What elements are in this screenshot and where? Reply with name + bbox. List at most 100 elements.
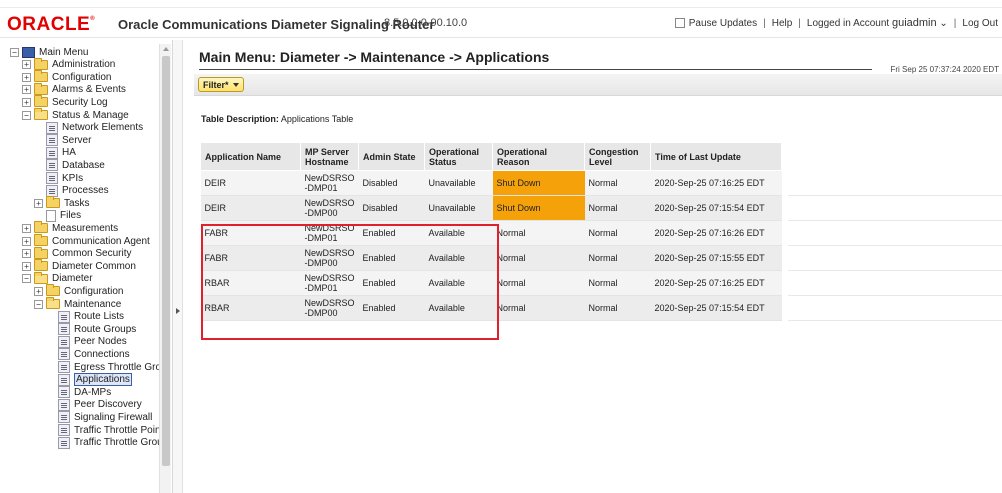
tree-item-label[interactable]: Main Menu bbox=[39, 47, 88, 58]
tree-item-label[interactable]: Maintenance bbox=[64, 299, 121, 310]
collapse-arrow-icon[interactable] bbox=[176, 308, 180, 314]
col-congestion-level[interactable]: Congestion Level bbox=[584, 142, 652, 171]
file-icon bbox=[46, 209, 56, 222]
expand-icon[interactable]: + bbox=[22, 261, 31, 271]
cell-application-name: RBAR bbox=[200, 295, 301, 321]
tree-item-label[interactable]: Common Security bbox=[52, 248, 131, 259]
table-header-row: Application Name MP Server Hostname Admi… bbox=[200, 142, 783, 171]
tree-item-label[interactable]: Signaling Firewall bbox=[74, 412, 152, 423]
table-row[interactable]: FABR NewDSRSO -DMP00 Enabled Available Norma… bbox=[200, 245, 782, 271]
tree-item-label[interactable]: Status & Manage bbox=[52, 110, 129, 121]
tree-item-label[interactable]: Route Lists bbox=[74, 311, 124, 322]
tree-item-label[interactable]: Tasks bbox=[64, 198, 90, 209]
pane-splitter[interactable] bbox=[173, 40, 183, 493]
table-row[interactable]: DEIR NewDSRSO -DMP01 Disabled Unavailable Sh… bbox=[200, 170, 782, 196]
collapse-icon[interactable]: − bbox=[34, 299, 43, 309]
tree-item-label[interactable]: Traffic Throttle Grou bbox=[74, 437, 163, 448]
col-application-name[interactable]: Application Name bbox=[200, 142, 301, 171]
expand-icon[interactable]: + bbox=[22, 85, 31, 95]
table-row[interactable]: RBAR NewDSRSO -DMP01 Enabled Available Norma… bbox=[200, 270, 782, 296]
col-time-of-last-update[interactable]: Time of Last Update bbox=[650, 142, 783, 171]
table-row-stripe bbox=[788, 221, 1002, 246]
filter-button[interactable]: Filter* bbox=[198, 77, 244, 92]
tree-item-label[interactable]: Files bbox=[60, 210, 81, 221]
sidebar-scrollbar[interactable] bbox=[159, 44, 171, 493]
col-mp-server-hostname[interactable]: MP Server Hostname bbox=[299, 142, 360, 171]
collapse-icon[interactable]: − bbox=[22, 110, 31, 120]
tree-item-label[interactable]: Diameter Common bbox=[52, 261, 136, 272]
collapse-icon[interactable]: − bbox=[10, 47, 19, 57]
table-row-stripe bbox=[788, 171, 1002, 196]
tree-item-label[interactable]: Measurements bbox=[52, 223, 118, 234]
expand-icon[interactable]: + bbox=[22, 249, 31, 259]
page-icon bbox=[58, 323, 70, 336]
tree-item-label[interactable]: Egress Throttle Gro bbox=[74, 362, 161, 373]
table-row[interactable]: FABR NewDSRSO -DMP01 Enabled Available Norma… bbox=[200, 220, 782, 246]
page-icon bbox=[58, 373, 70, 386]
tree-item-label[interactable]: Server bbox=[62, 135, 91, 146]
cell-operational-reason: Shut Down bbox=[492, 195, 585, 221]
account-menu[interactable]: guiadmin bbox=[892, 17, 937, 29]
table-row[interactable]: RBAR NewDSRSO -DMP00 Enabled Available Norma… bbox=[200, 295, 782, 321]
app-version: 8.5.0.0.0-90.10.0 bbox=[384, 17, 468, 29]
cell-mp-server-hostname: NewDSRSO -DMP00 bbox=[300, 295, 359, 321]
page-icon bbox=[58, 335, 70, 348]
pause-updates-label[interactable]: Pause Updates bbox=[689, 18, 757, 29]
table-row-extension bbox=[788, 142, 1002, 321]
col-operational-status[interactable]: Operational Status bbox=[424, 142, 494, 171]
tree-item-label[interactable]: Network Elements bbox=[62, 122, 143, 133]
folder-icon bbox=[34, 221, 48, 234]
scroll-up-icon[interactable] bbox=[163, 47, 169, 51]
tree-item[interactable]: Traffic Throttle Grou bbox=[58, 436, 163, 450]
help-link[interactable]: Help bbox=[772, 18, 793, 29]
tree-item-label[interactable]: HA bbox=[62, 147, 76, 158]
expand-icon[interactable]: + bbox=[22, 97, 31, 107]
folder-icon bbox=[46, 284, 60, 297]
tree-item-label[interactable]: Administration bbox=[52, 59, 115, 70]
tree-item-label[interactable]: DA-MPs bbox=[74, 387, 111, 398]
tree-item-label[interactable]: KPIs bbox=[62, 173, 83, 184]
cell-congestion-level: Normal bbox=[584, 245, 651, 271]
tree-item-label[interactable]: Route Groups bbox=[74, 324, 136, 335]
folder-icon bbox=[34, 234, 48, 246]
tree-item-label[interactable]: Communication Agent bbox=[52, 236, 150, 247]
cell-application-name: FABR bbox=[200, 220, 301, 246]
folder-icon bbox=[34, 259, 48, 272]
cell-application-name: DEIR bbox=[200, 170, 301, 196]
cell-admin-state: Enabled bbox=[358, 295, 425, 321]
expand-icon[interactable]: + bbox=[22, 236, 31, 246]
expand-icon[interactable]: + bbox=[22, 60, 31, 70]
tree-item-label[interactable]: Peer Discovery bbox=[74, 399, 142, 410]
tree-item-label[interactable]: Processes bbox=[62, 185, 109, 196]
expand-icon[interactable]: + bbox=[34, 286, 43, 296]
tree-item-label[interactable]: Traffic Throttle Poin bbox=[74, 425, 161, 436]
expand-icon[interactable]: + bbox=[22, 72, 31, 82]
page-icon bbox=[46, 121, 58, 134]
tree-item-label[interactable]: Peer Nodes bbox=[74, 336, 127, 347]
tree-item-label[interactable]: Connections bbox=[74, 349, 130, 360]
tree-item-label[interactable]: Alarms & Events bbox=[52, 84, 126, 95]
main-menu-tree: − Main Menu + Administration + Configuration +… bbox=[0, 40, 173, 493]
cell-congestion-level: Normal bbox=[584, 195, 651, 221]
oracle-logo: ORACLE® bbox=[7, 14, 96, 35]
table-row[interactable]: DEIR NewDSRSO -DMP00 Disabled Unavailable Sh… bbox=[200, 195, 782, 221]
logout-link[interactable]: Log Out bbox=[962, 18, 998, 29]
cell-time-of-last-update: 2020-Sep-25 07:15:54 EDT bbox=[650, 195, 782, 221]
tree-item-label[interactable]: Configuration bbox=[52, 72, 111, 83]
chevron-down-icon[interactable]: ⌄ bbox=[939, 18, 947, 29]
pause-updates-checkbox[interactable] bbox=[674, 18, 685, 28]
tree-item-label[interactable]: Database bbox=[62, 160, 105, 171]
col-admin-state[interactable]: Admin State bbox=[358, 142, 426, 171]
col-operational-reason[interactable]: Operational Reason bbox=[492, 142, 586, 171]
expand-icon[interactable]: + bbox=[34, 198, 43, 208]
tree-item-label[interactable]: Security Log bbox=[52, 97, 108, 108]
page-icon bbox=[58, 436, 70, 449]
tree-item-label[interactable]: Applications bbox=[74, 373, 132, 387]
collapse-icon[interactable]: − bbox=[22, 274, 31, 284]
scrollbar-thumb[interactable] bbox=[162, 56, 170, 466]
expand-icon[interactable]: + bbox=[22, 223, 31, 233]
cell-congestion-level: Normal bbox=[584, 220, 651, 246]
tree-item-label[interactable]: Diameter bbox=[52, 273, 93, 284]
tree-item-label[interactable]: Configuration bbox=[64, 286, 123, 297]
table-row-stripe bbox=[788, 246, 1002, 271]
